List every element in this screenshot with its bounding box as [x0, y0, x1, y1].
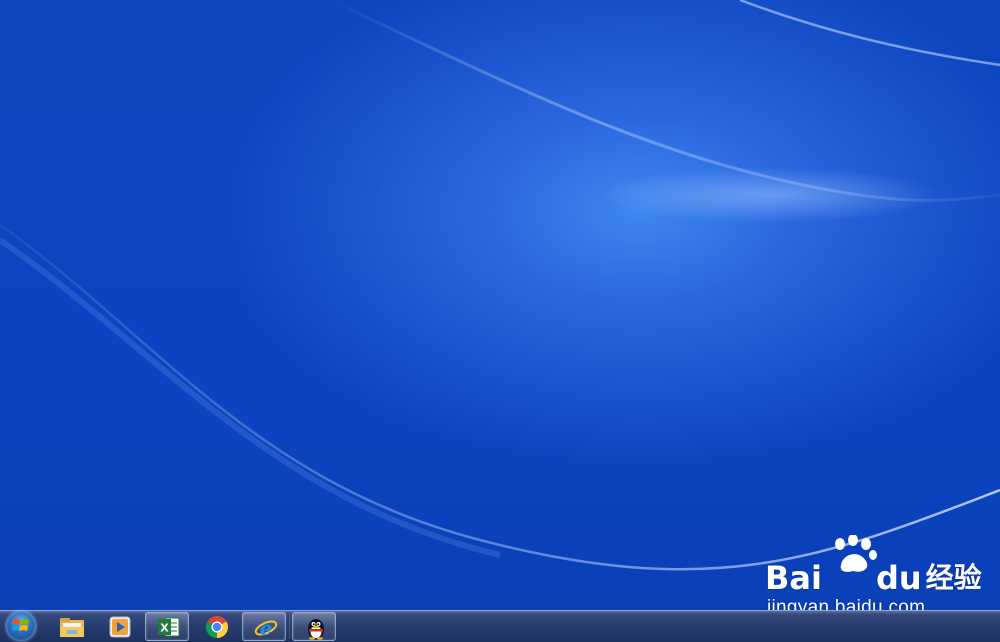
taskbar-ie-button[interactable]: e — [242, 612, 286, 641]
media-player-icon — [109, 616, 131, 638]
baidu-logo-text: Bai du 经验 — [765, 555, 982, 595]
taskbar-separator — [288, 614, 290, 639]
taskbar-chrome-button[interactable] — [194, 612, 238, 641]
taskbar-file-explorer-button[interactable] — [48, 612, 92, 641]
logo-du: du — [875, 559, 922, 597]
excel-icon: X — [158, 617, 180, 637]
taskbar-media-player-button[interactable] — [96, 612, 140, 641]
logo-bai: Bai — [765, 559, 822, 597]
svg-text:X: X — [160, 622, 169, 635]
folder-icon — [60, 618, 84, 637]
svg-text:e: e — [260, 616, 273, 640]
taskbar-qq-button[interactable] — [292, 612, 336, 641]
ie-icon: e — [254, 616, 278, 640]
chrome-icon — [206, 616, 228, 638]
logo-jingyan: 经验 — [925, 561, 982, 594]
taskbar: X e — [0, 610, 1000, 642]
desktop-background: Bai du 经验 jingyan.baidu.com X e — [0, 0, 1000, 642]
qq-penguin-icon — [308, 619, 324, 640]
taskbar-excel-button[interactable]: X — [145, 612, 189, 641]
windows-logo-icon — [12, 619, 29, 631]
start-button[interactable] — [2, 610, 40, 642]
